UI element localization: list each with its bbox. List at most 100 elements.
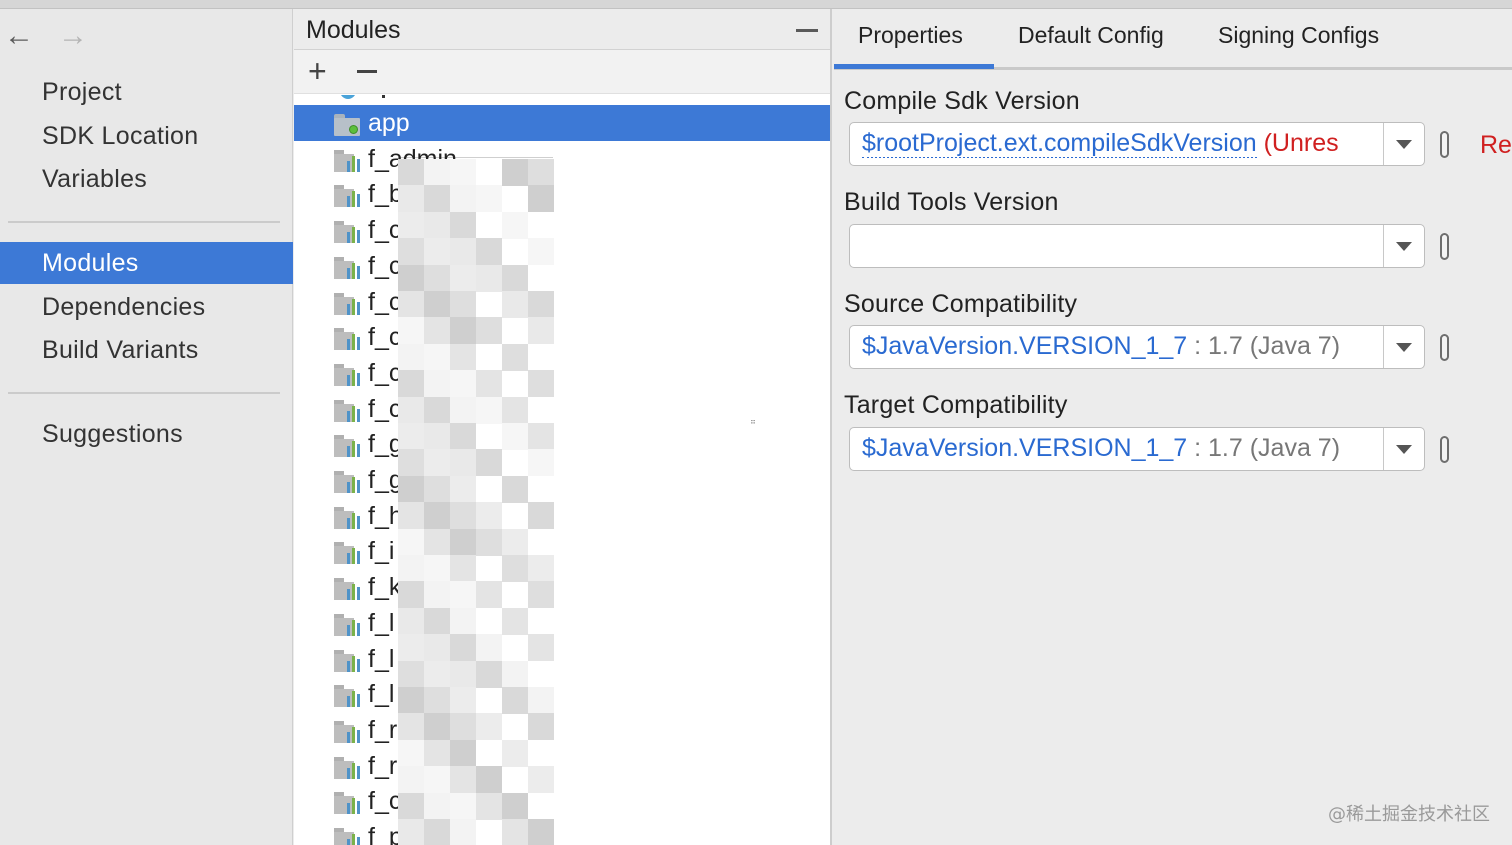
library-module-icon <box>334 685 360 708</box>
source-compat-combo[interactable]: $JavaVersion.VERSION_1_7 : 1.7 (Java 7) <box>849 325 1425 369</box>
redaction-tile <box>424 528 450 556</box>
variable-toggle-button[interactable] <box>1440 334 1449 361</box>
source-compat-value[interactable]: $JavaVersion.VERSION_1_7 : 1.7 (Java 7) <box>862 332 1377 361</box>
redaction-tile <box>528 238 554 266</box>
compile-sdk-value[interactable]: $rootProject.ext.compileSdkVersion (Unre… <box>862 129 1377 158</box>
collapse-panel-icon[interactable] <box>796 29 818 32</box>
module-row[interactable]: f_i <box>294 533 830 569</box>
module-row[interactable]: f_c <box>294 248 830 284</box>
variable-toggle-button[interactable] <box>1440 436 1449 463</box>
redaction-tile <box>450 634 476 662</box>
library-module-icon <box>334 221 360 244</box>
redaction-tile <box>424 291 450 318</box>
redaction-tile <box>398 211 424 239</box>
redaction-tile <box>450 264 476 292</box>
redaction-tile <box>476 502 502 530</box>
module-name: f_r <box>368 751 398 780</box>
redaction-tile <box>450 528 476 556</box>
target-compat-note: : 1.7 (Java 7) <box>1187 434 1341 462</box>
redaction-tile <box>528 370 554 398</box>
redaction-tile <box>502 343 528 371</box>
redaction-tile <box>528 687 554 714</box>
sidebar-item-suggestions[interactable]: Suggestions <box>0 413 293 455</box>
redaction-tile <box>450 581 476 609</box>
add-module-button[interactable]: + <box>308 54 327 88</box>
module-row[interactable]: f_l <box>294 641 830 677</box>
module-name: app <box>368 109 410 137</box>
redaction-tile <box>398 449 424 477</box>
module-row[interactable]: f_c <box>294 355 830 391</box>
chevron-down-icon[interactable] <box>1396 343 1412 352</box>
chevron-down-icon[interactable] <box>1396 242 1412 251</box>
redaction-tile <box>424 687 450 714</box>
compile-sdk-combo[interactable]: $rootProject.ext.compileSdkVersion (Unre… <box>849 122 1425 166</box>
redaction-tile <box>398 317 424 345</box>
sidebar-item-sdk-location[interactable]: SDK Location <box>0 115 293 157</box>
back-arrow-icon[interactable]: ← <box>4 21 34 51</box>
chevron-down-icon[interactable] <box>1396 140 1412 149</box>
redaction-tile <box>424 660 450 688</box>
tab-default-config[interactable]: Default Config <box>1018 22 1164 49</box>
target-compat-value[interactable]: $JavaVersion.VERSION_1_7 : 1.7 (Java 7) <box>862 434 1377 463</box>
tab-properties[interactable]: Properties <box>858 22 963 49</box>
redaction-tile <box>424 396 450 424</box>
redaction-tile <box>424 502 450 530</box>
redaction-tile <box>450 502 476 530</box>
redaction-tile <box>450 819 476 845</box>
module-tree: appf_adminf_bf_cf_cf_cf_cf_cf_cf_gf_gf_h… <box>294 95 830 845</box>
redaction-tile <box>502 264 528 292</box>
forward-arrow-icon[interactable]: → <box>58 21 88 51</box>
target-compat-combo[interactable]: $JavaVersion.VERSION_1_7 : 1.7 (Java 7) <box>849 427 1425 471</box>
remove-module-button[interactable] <box>357 70 377 73</box>
module-row[interactable]: f_k <box>294 569 830 605</box>
module-row[interactable]: f_p <box>294 819 830 845</box>
module-row[interactable]: f_r <box>294 748 830 784</box>
variable-toggle-button[interactable] <box>1440 131 1449 158</box>
module-row[interactable]: f_h <box>294 498 830 534</box>
module-row[interactable]: f_l <box>294 676 830 712</box>
redaction-tile <box>476 396 502 424</box>
sidebar-item-project[interactable]: Project <box>0 71 293 113</box>
redaction-tile <box>528 502 554 530</box>
redaction-tile <box>398 634 424 662</box>
build-tools-combo[interactable] <box>849 224 1425 268</box>
redaction-tile <box>450 396 476 424</box>
module-row[interactable]: f_b <box>294 176 830 212</box>
chevron-down-icon[interactable] <box>1396 445 1412 454</box>
module-row[interactable]: f_admin <box>294 141 830 177</box>
module-row[interactable]: f_c <box>294 212 830 248</box>
module-row-app[interactable]: app <box>294 105 830 141</box>
redaction-tile <box>450 343 476 371</box>
sidebar-item-variables[interactable]: Variables <box>0 158 293 200</box>
redaction-tile <box>398 264 424 292</box>
module-row[interactable]: f_g <box>294 462 830 498</box>
redaction-tile <box>424 713 450 741</box>
tab-signing-configs[interactable]: Signing Configs <box>1218 22 1379 49</box>
redaction-tile <box>528 159 554 186</box>
library-module-icon <box>334 542 360 565</box>
redaction-tile <box>502 291 528 318</box>
library-module-icon <box>334 399 360 422</box>
redaction-tile <box>502 159 528 186</box>
redaction-tile <box>450 238 476 266</box>
sidebar-item-dependencies[interactable]: Dependencies <box>0 286 293 328</box>
source-compat-note: : 1.7 (Java 7) <box>1187 332 1341 360</box>
modules-panel: Modules + app f_adminf_b f_c f_c f_c f_c f_c f_… <box>294 9 832 845</box>
modules-toolbar: + <box>294 50 830 94</box>
sidebar-item-build-variants[interactable]: Build Variants <box>0 329 293 371</box>
sidebar-item-modules[interactable]: Modules <box>0 242 293 284</box>
module-row[interactable]: f_c <box>294 783 830 819</box>
library-module-icon <box>334 435 360 458</box>
module-row[interactable]: f_l <box>294 605 830 641</box>
redaction-tile <box>398 687 424 714</box>
redaction-tile <box>398 502 424 530</box>
module-row[interactable]: f_g <box>294 426 830 462</box>
module-row[interactable]: f_c <box>294 319 830 355</box>
variable-toggle-button[interactable] <box>1440 233 1449 260</box>
redaction-tile <box>450 159 476 186</box>
module-row[interactable]: f_r <box>294 712 830 748</box>
combo-divider <box>1383 326 1384 368</box>
redaction-tile <box>476 660 502 688</box>
settings-sidebar: ← → Project SDK Location Variables Modules… <box>0 9 293 845</box>
module-row[interactable]: f_c <box>294 284 830 320</box>
